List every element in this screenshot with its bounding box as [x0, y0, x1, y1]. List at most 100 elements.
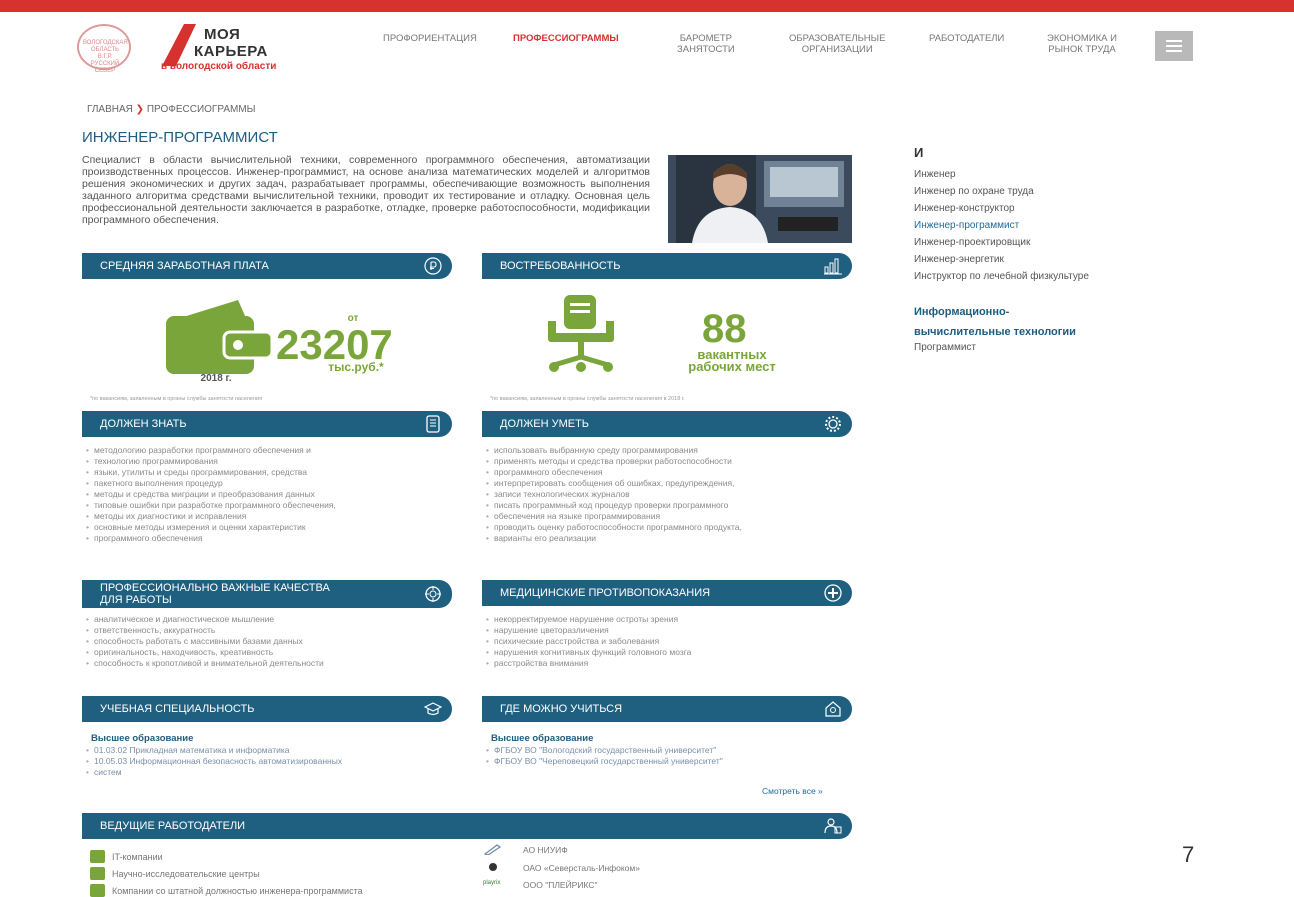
demand-label-2: рабочих мест [688, 359, 776, 374]
list-item: технологию программирования [86, 456, 446, 467]
sidebar-item-design-engineer[interactable]: Инженер-конструктор [914, 200, 1089, 217]
study-list: ФГБОУ ВО "Вологодский государственный ун… [486, 745, 856, 767]
category-label: вычислительные технологии [914, 326, 1076, 338]
employer-type-label: Компании со штатной должностью инженера-… [112, 886, 363, 896]
breadcrumb-separator-icon: ❯ [135, 104, 145, 115]
skills-list: использовать выбранную среду программиро… [486, 445, 846, 544]
employer-type-label: IT-компании [112, 852, 163, 862]
breadcrumb-current[interactable]: ПРОФЕССИОГРАММЫ [147, 104, 256, 115]
demand-footnote: *по вакансиям, заявленным в органы служб… [490, 396, 685, 402]
list-item: оригинальность, находчивость, креативнос… [86, 647, 446, 658]
qualities-section-bar: ПРОФЕССИОНАЛЬНО ВАЖНЫЕ КАЧЕСТВА ДЛЯ РАБО… [82, 580, 452, 608]
sidebar-item-physio-instructor[interactable]: Инструктор по лечебной физкультуре [914, 268, 1089, 285]
checkmark-icon [90, 850, 105, 863]
office-chair-icon [548, 295, 614, 372]
career-logo-icon [162, 24, 196, 66]
severstal-logo [489, 863, 497, 871]
nav-label: БАРОМЕТР [679, 33, 733, 44]
sidebar-item-engineer[interactable]: Инженер [914, 166, 1089, 183]
profession-description: Специалист в области вычислительной техн… [82, 154, 650, 226]
brain-gear-icon [425, 586, 441, 602]
study-section-bar: ГДЕ МОЖНО УЧИТЬСЯ [482, 696, 852, 722]
engineer-photo [668, 155, 852, 243]
sidebar-item-software-engineer[interactable]: Инженер-программист [914, 217, 1089, 234]
wallet-icon [166, 300, 272, 374]
list-item: основные методы измерения и оценки харак… [86, 522, 446, 533]
list-item[interactable]: 10.05.03 Информационная безопасность авт… [86, 756, 456, 767]
salary-footnote: *по вакансиям, заявленным в органы служб… [90, 396, 263, 402]
list-item: писать программный код процедур проверки… [486, 500, 846, 511]
sidebar-item-power-engineer[interactable]: Инженер-энергетик [914, 251, 1089, 268]
employer-company-row[interactable]: playrix ООО "ПЛЕЙРИКС" [483, 880, 597, 890]
list-item: записи технологических журналов [486, 489, 846, 500]
nav-label: ЭКОНОМИКА И [1047, 33, 1117, 44]
list-item: языки, утилиты и среды программирования,… [86, 467, 446, 478]
sidebar-category-heading[interactable]: Информационно- вычислительные технологии [914, 302, 1154, 342]
logo-line-3: в вологодской области [161, 61, 277, 72]
medical-list: некорректируемое нарушение остроты зрени… [486, 614, 846, 669]
nav-label: ПРОФЕССИОГРАММЫ [513, 33, 619, 44]
skills-section-bar: ДОЛЖЕН УМЕТЬ [482, 411, 852, 437]
section-title: ДОЛЖЕН УМЕТЬ [500, 418, 590, 430]
list-item: способность к кропотливой и внимательной… [86, 658, 446, 669]
region-seal-logo[interactable]: ВОЛОГОДСКАЯ ОБЛАСТЬ В.Г.Р. РУССКИЙ СЕВЕР [77, 24, 131, 74]
location-pin-icon [825, 701, 841, 717]
bar-chart-icon [824, 258, 842, 275]
nav-employers[interactable]: РАБОТОДАТЕЛИ [929, 33, 1004, 44]
nav-education-orgs[interactable]: ОБРАЗОВАТЕЛЬНЫЕ ОРГАНИЗАЦИИ [789, 33, 885, 55]
qualities-list: аналитическое и диагностическое мышление… [86, 614, 446, 669]
medical-cross-icon [824, 584, 842, 602]
section-title: ВОСТРЕБОВАННОСТЬ [500, 260, 621, 272]
specialty-subhead: Высшее образование [91, 733, 194, 744]
list-item: расстройства внимания [486, 658, 846, 669]
company-name: ОАО «Северсталь-Инфоком» [523, 863, 640, 873]
study-subhead: Высшее образование [491, 733, 594, 744]
breadcrumb: ГЛАВНАЯ ❯ ПРОФЕССИОГРАММЫ [87, 104, 256, 115]
nav-economy[interactable]: ЭКОНОМИКА И РЫНОК ТРУДА [1047, 33, 1117, 55]
pen-icon [483, 844, 502, 855]
sidebar-item-safety-engineer[interactable]: Инженер по охране труда [914, 183, 1089, 200]
list-item: проводить оценку работоспособности прогр… [486, 522, 846, 533]
demand-value: 88 [702, 307, 747, 351]
playrix-logo: playrix [483, 880, 501, 886]
list-item: применять методы и средства проверки раб… [486, 456, 846, 467]
logo-line-1: МОЯ [204, 26, 241, 43]
sidebar-profession-list: Инженер Инженер по охране труда Инженер-… [914, 166, 1089, 285]
nav-label: ЗАНЯТОСТИ [677, 44, 735, 55]
employer-type-row: Компании со штатной должностью инженера-… [90, 884, 363, 897]
section-title: ДЛЯ РАБОТЫ [100, 594, 172, 606]
employer-company-row[interactable]: АО НИУИФ [483, 844, 568, 855]
nav-professiograms[interactable]: ПРОФЕССИОГРАММЫ [513, 33, 619, 44]
employers-section-bar: ВЕДУЩИЕ РАБОТОДАТЕЛИ [82, 813, 852, 839]
company-name: АО НИУИФ [523, 845, 568, 855]
page-title: ИНЖЕНЕР-ПРОГРАММИСТ [82, 129, 278, 146]
list-item[interactable]: ФГБОУ ВО "Вологодский государственный ун… [486, 745, 856, 756]
list-item: программного обеспечения [86, 533, 446, 544]
sidebar-item-programmer[interactable]: Программист [914, 342, 976, 353]
nav-proforientation[interactable]: ПРОФОРИЕНТАЦИЯ [383, 33, 477, 44]
checkmark-icon [90, 884, 105, 897]
section-title: ПРОФЕССИОНАЛЬНО ВАЖНЫЕ КАЧЕСТВА [100, 582, 330, 594]
nav-barometer[interactable]: БАРОМЕТР ЗАНЯТОСТИ [677, 33, 735, 55]
document-icon [426, 415, 440, 433]
section-title: ВЕДУЩИЕ РАБОТОДАТЕЛИ [100, 820, 246, 832]
gears-icon [825, 416, 841, 432]
breadcrumb-home[interactable]: ГЛАВНАЯ [87, 104, 133, 115]
sidebar-item-project-engineer[interactable]: Инженер-проектировщик [914, 234, 1089, 251]
section-title: УЧЕБНАЯ СПЕЦИАЛЬНОСТЬ [100, 703, 255, 715]
category-label: Информационно- [914, 306, 1010, 318]
slide-page-number: 7 [1182, 842, 1195, 867]
hamburger-menu-icon[interactable] [1155, 31, 1193, 61]
nav-label: ОБРАЗОВАТЕЛЬНЫЕ [789, 33, 886, 44]
salary-section-bar: СРЕДНЯЯ ЗАРАБОТНАЯ ПЛАТА [82, 253, 452, 279]
top-red-strip [0, 0, 1294, 12]
list-item: способность работать с массивными базами… [86, 636, 446, 647]
employer-company-row[interactable]: ОАО «Северсталь-Инфоком» [489, 863, 640, 873]
list-item[interactable]: 01.03.02 Прикладная математика и информа… [86, 745, 456, 756]
list-item[interactable]: ФГБОУ ВО "Череповецкий государственный у… [486, 756, 856, 767]
section-title: ГДЕ МОЖНО УЧИТЬСЯ [500, 703, 623, 715]
logo-line-2: КАРЬЕРА [194, 43, 268, 60]
list-item[interactable]: систем [86, 767, 456, 778]
list-item: методы их диагностики и исправления [86, 511, 446, 522]
see-all-link[interactable]: Смотреть все » [762, 786, 823, 796]
